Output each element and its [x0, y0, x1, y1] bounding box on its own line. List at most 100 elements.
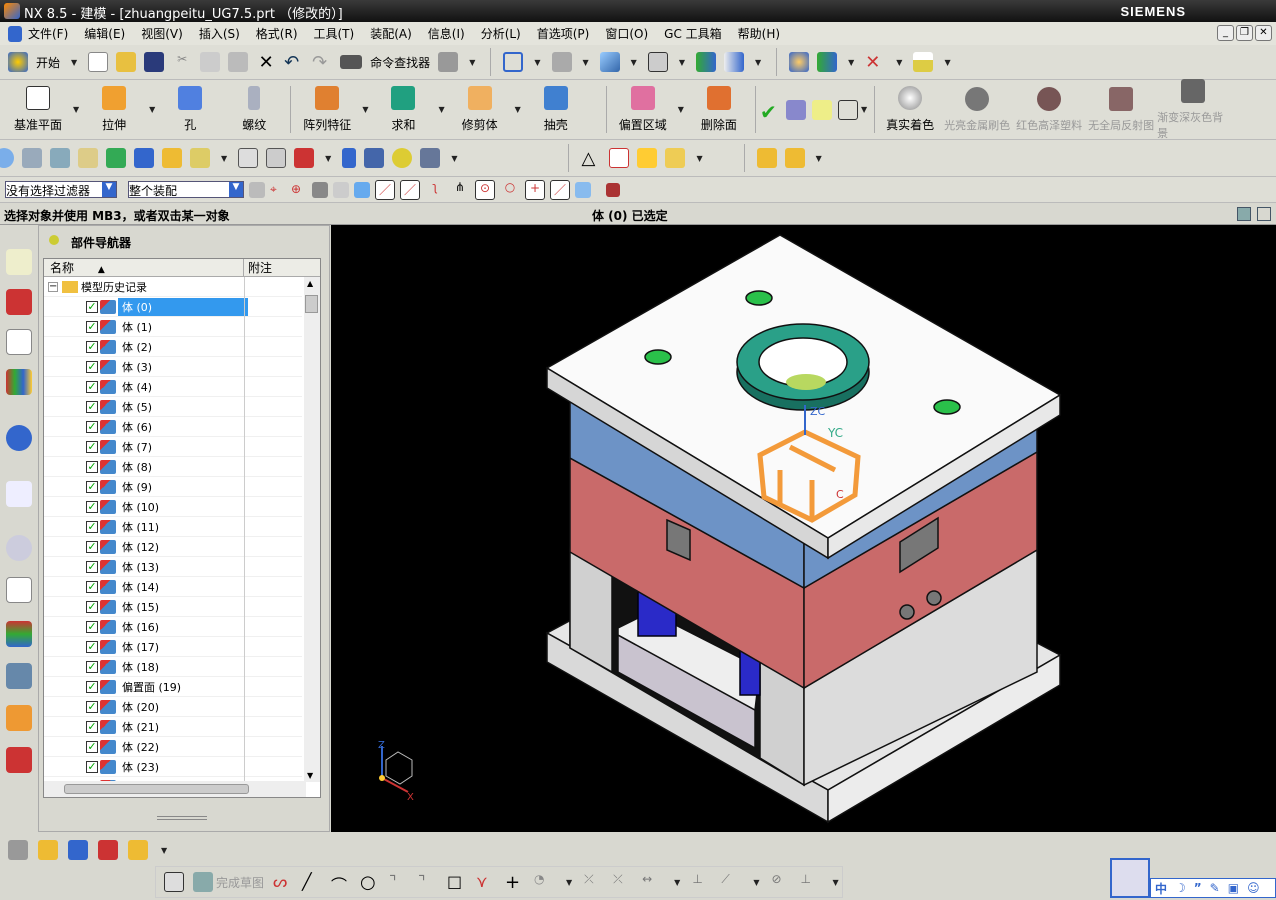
constraint-navigator-tab[interactable] — [6, 289, 32, 315]
menu-view[interactable]: 视图(V) — [141, 25, 183, 42]
layer-icon[interactable] — [22, 148, 42, 168]
assembly-constraint-icon[interactable] — [98, 840, 118, 860]
endpoint-icon[interactable]: ／ — [375, 179, 395, 200]
ime-smile-icon[interactable]: ☺ — [1247, 881, 1260, 895]
tree-row[interactable]: ✓ 体 (8) — [44, 457, 302, 477]
arc-center-icon[interactable]: ⊙ — [475, 179, 495, 200]
background-icon[interactable] — [647, 52, 668, 72]
control-point-icon[interactable]: ʅ — [425, 180, 445, 200]
tree-list-icon[interactable] — [785, 99, 806, 120]
shell-button[interactable]: 抽壳 — [524, 86, 588, 133]
column-header-note[interactable]: 附注 — [244, 259, 272, 276]
mate-component-icon[interactable] — [68, 840, 88, 860]
filter-icon[interactable] — [249, 181, 265, 198]
menu-help[interactable]: 帮助(H) — [738, 25, 780, 42]
menu-analysis[interactable]: 分析(L) — [481, 25, 521, 42]
horizontal-scrollbar[interactable] — [44, 781, 306, 797]
explode-icon[interactable] — [190, 148, 210, 168]
snap-view-icon[interactable] — [817, 52, 838, 72]
command-finder-button[interactable]: 命令查找器 — [370, 54, 430, 71]
mold-wizard-icon[interactable] — [756, 148, 777, 168]
layers-icon[interactable] — [50, 148, 70, 168]
red-plastic-button[interactable]: 红色高泽塑料 — [1013, 86, 1085, 133]
show-constraints-icon[interactable]: ⊘ — [771, 872, 791, 892]
visibility-checkbox[interactable]: ✓ — [86, 400, 98, 413]
midpoint-icon[interactable]: ／ — [400, 179, 420, 200]
process-studio-tab[interactable] — [6, 621, 32, 647]
tree-row[interactable]: ✓ 体 (0) — [44, 297, 302, 317]
add-component-icon[interactable] — [8, 840, 28, 860]
info-tab[interactable] — [6, 425, 32, 451]
start-button[interactable]: 开始 — [36, 54, 60, 71]
selection-scope-dropdown[interactable]: 整个装配 ▼ — [128, 181, 244, 198]
datum-plane-button[interactable]: 基准平面 — [6, 86, 70, 133]
point-on-curve-icon[interactable]: ／ — [550, 179, 570, 200]
scroll-thumb[interactable] — [305, 295, 318, 313]
visibility-checkbox[interactable]: ✓ — [86, 760, 98, 773]
line-icon[interactable]: ╱ — [302, 872, 322, 892]
menu-format[interactable]: 格式(R) — [256, 25, 298, 42]
tree-row[interactable]: ✓ 体 (21) — [44, 717, 302, 737]
status-restore-icon[interactable] — [1237, 207, 1251, 221]
punctuation-icon[interactable]: ” — [1194, 881, 1202, 895]
sweep-icon[interactable] — [266, 148, 287, 168]
move-component-icon[interactable] — [134, 148, 154, 168]
cylinder-icon[interactable] — [342, 148, 357, 168]
geometric-constraint-icon[interactable]: ⊥ — [692, 872, 712, 892]
relations-icon[interactable]: ⊥ — [800, 872, 820, 892]
render-style-icon[interactable] — [551, 52, 572, 72]
manufacturing-wizard-tab[interactable] — [6, 663, 32, 689]
visibility-checkbox[interactable]: ✓ — [86, 300, 98, 313]
visibility-checkbox[interactable]: ✓ — [86, 500, 98, 513]
eraser-icon[interactable] — [78, 148, 98, 168]
ime-settings-wrench-icon[interactable]: ✎ — [1210, 881, 1220, 895]
surface-icon[interactable] — [238, 148, 259, 168]
splitter-handle[interactable] — [157, 816, 207, 820]
half-width-moon-icon[interactable]: ☽ — [1175, 881, 1186, 895]
visibility-checkbox[interactable]: ✓ — [86, 380, 98, 393]
column-header-name[interactable]: 名称 ▲ — [44, 259, 244, 276]
visibility-checkbox[interactable]: ✓ — [86, 600, 98, 613]
no-reflection-button[interactable]: 无全局反射图 — [1085, 86, 1157, 133]
gears-icon[interactable] — [665, 148, 686, 168]
open-folder-icon[interactable] — [116, 52, 137, 72]
component-array-icon[interactable] — [128, 840, 148, 860]
fit-view-icon[interactable] — [503, 52, 524, 72]
menu-gc-toolbox[interactable]: GC 工具箱 — [664, 25, 722, 42]
visibility-checkbox[interactable]: ✓ — [86, 720, 98, 733]
paste-icon[interactable] — [228, 52, 249, 72]
tree-row[interactable]: ✓ 体 (12) — [44, 537, 302, 557]
tree-row[interactable]: ✓ 体 (4) — [44, 377, 302, 397]
ime-avatar[interactable] — [1110, 858, 1150, 898]
polygon-icon[interactable]: ⋎ — [476, 872, 496, 892]
orient-view-icon[interactable] — [599, 52, 620, 72]
menu-tools[interactable]: 工具(T) — [314, 25, 355, 42]
offset-region-button[interactable]: 偏置区域 — [611, 86, 675, 133]
gradient-background-button[interactable]: 渐变深灰色背景 — [1157, 78, 1229, 141]
doc-minimize-button[interactable]: _ — [1217, 25, 1234, 41]
circle-icon[interactable]: ○ — [360, 872, 380, 893]
part-navigator-tab[interactable] — [6, 329, 32, 355]
section-view-icon[interactable] — [695, 52, 716, 72]
visibility-checkbox[interactable]: ✓ — [86, 440, 98, 453]
redo-icon[interactable]: ↷ — [312, 52, 332, 73]
table-icon[interactable] — [811, 99, 832, 120]
save-icon[interactable] — [144, 52, 165, 72]
reuse-library-tab[interactable] — [6, 369, 32, 395]
constraint-icon[interactable] — [162, 148, 182, 168]
snap-tree-icon[interactable] — [312, 181, 328, 198]
tools-icon[interactable] — [420, 148, 441, 168]
doc-restore-button[interactable]: ❐ — [1236, 25, 1253, 41]
point-icon[interactable]: + — [505, 872, 525, 893]
snap-intersect-icon[interactable]: ⊕ — [291, 182, 307, 198]
auto-constrain-icon[interactable]: ⟋ — [721, 872, 741, 892]
visibility-checkbox[interactable]: ✓ — [86, 680, 98, 693]
extrude-button[interactable]: 拉伸 — [82, 86, 146, 133]
visibility-checkbox[interactable]: ✓ — [86, 640, 98, 653]
assembly-navigator-tab[interactable] — [6, 249, 32, 275]
chamfer-icon[interactable]: ⌝ — [418, 872, 438, 892]
studio-palette-icon[interactable] — [789, 52, 810, 72]
finish-sketch-button[interactable]: 完成草图 — [216, 874, 264, 891]
ime-soft-keyboard-icon[interactable]: ▣ — [1228, 881, 1239, 895]
visibility-checkbox[interactable]: ✓ — [86, 700, 98, 713]
